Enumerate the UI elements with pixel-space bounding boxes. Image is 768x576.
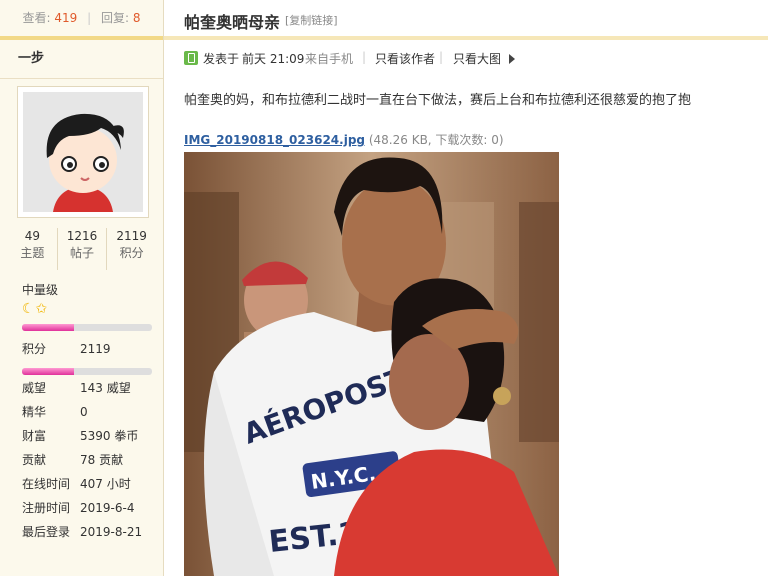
arrow-right-icon[interactable]: [509, 54, 515, 64]
info-row-digest: 精华 0: [22, 405, 88, 419]
info-row-contribution: 贡献 78 贡献: [22, 453, 124, 467]
info-row-online-time: 在线时间 407 小时: [22, 477, 131, 491]
user-counts: 49 主题 1216 帖子 2119 积分: [8, 228, 156, 270]
attachment-info: (48.26 KB, 下载次数: 0): [368, 133, 504, 147]
replies-label: 回复:: [100, 11, 130, 25]
attachment-line: IMG_20190818_023624.jpg (48.26 KB, 下载次数:…: [184, 131, 504, 148]
replies-count: 8: [132, 11, 141, 25]
thread-title: 帕奎奥晒母亲: [184, 13, 281, 32]
info-row-register-date: 注册时间 2019-6-4: [22, 501, 135, 515]
post-body: 帕奎奥的妈，和布拉德利二战时一直在台下做法，赛后上台和布拉德利还很慈爱的抱了抱: [184, 93, 692, 108]
views-count: 419: [54, 11, 78, 25]
user-sidebar: 查看: 419 | 回复: 8 一步 49 主题 1216 帖子 2119 积分…: [0, 0, 164, 576]
thread-stats: 查看: 419 | 回复: 8: [0, 0, 163, 40]
info-row-prestige: 威望 143 威望: [22, 381, 131, 395]
views-label: 查看:: [22, 11, 51, 25]
credits-stat[interactable]: 2119 积分: [106, 228, 156, 270]
topics-stat[interactable]: 49 主题: [8, 228, 57, 270]
post-meta-bar: 发表于 前天 21:09 来自手机 | 只看该作者 | 只看大图: [164, 44, 768, 72]
posted-label: 发表于: [203, 52, 240, 66]
avatar[interactable]: [17, 86, 149, 218]
photo-illustration: AÉROPOSTALE N.Y.C. EST.19: [184, 152, 559, 576]
level-moon-star-icon: ☾✩: [22, 301, 49, 317]
attachment-link[interactable]: IMG_20190818_023624.jpg: [184, 133, 365, 147]
copy-link-button[interactable]: [复制链接]: [285, 12, 338, 28]
info-row-wealth: 财富 5390 拳币: [22, 429, 139, 443]
attached-photo[interactable]: AÉROPOSTALE N.Y.C. EST.19: [184, 152, 559, 576]
avatar-cartoon-icon: [23, 92, 143, 212]
info-row-last-login: 最后登录 2019-8-21: [22, 525, 143, 539]
points-row: 积分 2119: [22, 342, 111, 356]
mobile-phone-icon: [184, 51, 198, 65]
only-big-image-link[interactable]: 只看大图: [453, 50, 501, 67]
forum-thread-page: 查看: 419 | 回复: 8 一步 49 主题 1216 帖子 2119 积分…: [0, 0, 768, 576]
user-level[interactable]: 中量级: [22, 281, 58, 298]
posts-stat[interactable]: 1216 帖子: [56, 228, 107, 270]
posted-time: 前天 21:09: [242, 52, 305, 66]
points-progress-bar: [22, 368, 152, 375]
username-link[interactable]: 一步: [0, 40, 163, 79]
level-progress-bar: [22, 324, 152, 331]
post-source: 来自手机: [305, 52, 354, 66]
thread-title-bar: 帕奎奥晒母亲 [复制链接]: [164, 0, 768, 40]
only-author-link[interactable]: 只看该作者: [375, 50, 435, 67]
